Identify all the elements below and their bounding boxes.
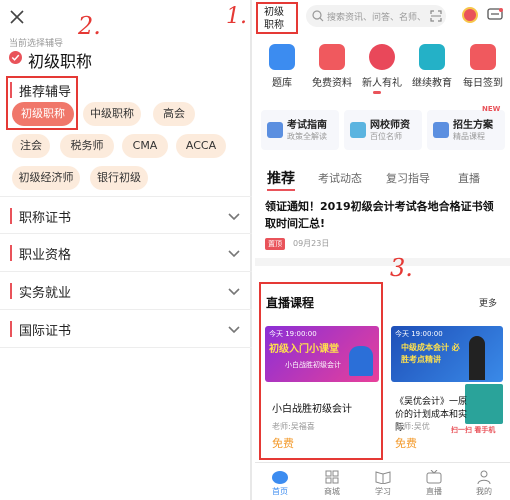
section-label: 职称证书	[19, 211, 72, 226]
chevron-down-icon	[228, 213, 240, 221]
nav-mall[interactable]: 商城	[307, 486, 357, 497]
icon-label: 免费资料	[312, 78, 352, 89]
icon-label: 继续教育	[412, 78, 452, 89]
profile-icon[interactable]	[477, 470, 491, 484]
section-practical-employment[interactable]: 实务就业	[0, 272, 252, 310]
feature-subtitle: 精品课程	[453, 132, 485, 141]
section-divider	[255, 258, 510, 266]
nav-live[interactable]: 直播	[409, 486, 459, 497]
annotation-label-3: 3.	[390, 254, 413, 282]
tutoring-selector-panel: 当前选择辅导 初级职称 推荐辅导 初级职称 中级职称 高会 注会 税务师 CMA…	[0, 0, 252, 500]
feature-enrollment[interactable]: 招生方案 精品课程	[427, 110, 505, 150]
teacher-icon	[350, 122, 366, 138]
section-accent-bar	[10, 321, 12, 337]
tag-zhongji[interactable]: 中级职称	[83, 102, 141, 126]
course-thumbnail-2[interactable]: 今天 19:00:00 中级成本会计 必胜考点精讲	[391, 326, 503, 382]
tag-zhuhui[interactable]: 注会	[12, 134, 50, 158]
feature-title: 考试指南	[287, 120, 327, 131]
red-packet-icon	[369, 44, 395, 70]
search-input[interactable]: 搜索资讯、问答、名师、...	[306, 5, 446, 27]
nav-study[interactable]: 学习	[358, 486, 408, 497]
tag-shuiwushi[interactable]: 税务师	[60, 134, 114, 158]
book-icon[interactable]	[375, 470, 391, 484]
icon-free-materials[interactable]: 免费资料	[307, 44, 357, 89]
tag-acca[interactable]: ACCA	[176, 134, 226, 158]
icon-continuing-education[interactable]: 继续教育	[407, 44, 457, 89]
document-icon	[319, 44, 345, 70]
home-icon[interactable]	[272, 471, 288, 484]
search-placeholder: 搜索资讯、问答、名师、...	[327, 13, 425, 23]
course-teacher-2: 老师:吴优	[395, 422, 430, 431]
pinned-badge: 置顶	[265, 238, 285, 250]
tag-chuji-jingjishi[interactable]: 初级经济师	[12, 166, 80, 190]
course-price-2: 免费	[395, 437, 417, 450]
tab-underline	[267, 189, 295, 191]
icon-label: 新人有礼	[362, 78, 402, 89]
current-selection-value: 初级职称	[28, 52, 93, 71]
tag-yinhang-chuji[interactable]: 银行初级	[90, 166, 148, 190]
feature-teachers[interactable]: 网校师资 百位名师	[344, 110, 422, 150]
annotation-label-2: 2.	[78, 12, 101, 40]
icon-label: 每日签到	[463, 78, 503, 89]
message-icon[interactable]	[487, 8, 503, 22]
icon-newcomer-gift[interactable]: 新人有礼	[357, 44, 407, 89]
page-indicator	[373, 91, 381, 94]
shield-icon	[267, 122, 283, 138]
news-headline[interactable]: 领证通知！2019初级会计考试各地合格证书领取时间汇总!	[265, 198, 503, 232]
scan-icon[interactable]	[430, 10, 442, 22]
tab-recommend[interactable]: 推荐	[267, 168, 295, 188]
chevron-down-icon	[228, 250, 240, 258]
nav-me[interactable]: 我的	[459, 486, 509, 497]
feature-title: 招生方案	[453, 120, 493, 131]
question-bank-icon	[269, 44, 295, 70]
home-screen: 初级 职称 搜索资讯、问答、名师、... 题库 免费资料 新人有礼 继续教育 每…	[255, 0, 510, 500]
teacher-photo	[469, 336, 485, 380]
section-accent-bar	[10, 245, 12, 261]
search-icon	[312, 10, 324, 22]
feature-title: 网校师资	[370, 120, 410, 131]
section-international-cert[interactable]: 国际证书	[0, 310, 252, 348]
mall-icon[interactable]	[325, 470, 339, 484]
calendar-icon	[470, 44, 496, 70]
new-badge: NEW	[482, 105, 501, 113]
tab-exam-news[interactable]: 考试动态	[318, 170, 362, 186]
chevron-down-icon	[228, 288, 240, 296]
section-accent-bar	[10, 283, 12, 299]
feature-subtitle: 百位名师	[370, 132, 402, 141]
tab-review-guide[interactable]: 复习指导	[386, 170, 430, 186]
icon-label: 题库	[272, 78, 292, 89]
news-date: 09月23日	[293, 239, 330, 248]
section-label: 国际证书	[19, 324, 72, 339]
live-more-link[interactable]: 更多	[479, 296, 497, 309]
thumb-title: 中级成本会计 必胜考点精讲	[401, 343, 460, 364]
close-icon[interactable]	[9, 9, 25, 25]
icon-question-bank[interactable]: 题库	[257, 44, 307, 89]
graduation-cap-icon	[433, 122, 449, 138]
nav-home[interactable]: 首页	[255, 486, 305, 497]
annotation-box-1	[256, 2, 298, 34]
section-professional-cert[interactable]: 职称证书	[0, 196, 252, 234]
tag-gaohui[interactable]: 高会	[153, 102, 195, 126]
section-accent-bar	[10, 208, 12, 224]
tag-cma[interactable]: CMA	[122, 134, 168, 158]
annotation-box-2	[6, 76, 78, 130]
chevron-down-icon	[228, 326, 240, 334]
icon-daily-checkin[interactable]: 每日签到	[458, 44, 508, 89]
tv-icon	[419, 44, 445, 70]
feature-exam-guide[interactable]: 考试指南 政策全解读	[261, 110, 339, 150]
feature-subtitle: 政策全解读	[287, 132, 327, 141]
annotation-box-3	[259, 282, 383, 460]
gift-icon[interactable]	[462, 7, 478, 23]
tab-live[interactable]: 直播	[458, 170, 480, 186]
thumb-time: 今天 19:00:00	[395, 330, 443, 338]
section-label: 实务就业	[19, 286, 72, 301]
check-circle-icon	[9, 51, 22, 64]
section-label: 职业资格	[19, 248, 72, 263]
section-vocational-qual[interactable]: 职业资格	[0, 234, 252, 272]
live-tv-icon[interactable]	[426, 470, 442, 484]
annotation-label-1: 1.	[226, 4, 247, 29]
